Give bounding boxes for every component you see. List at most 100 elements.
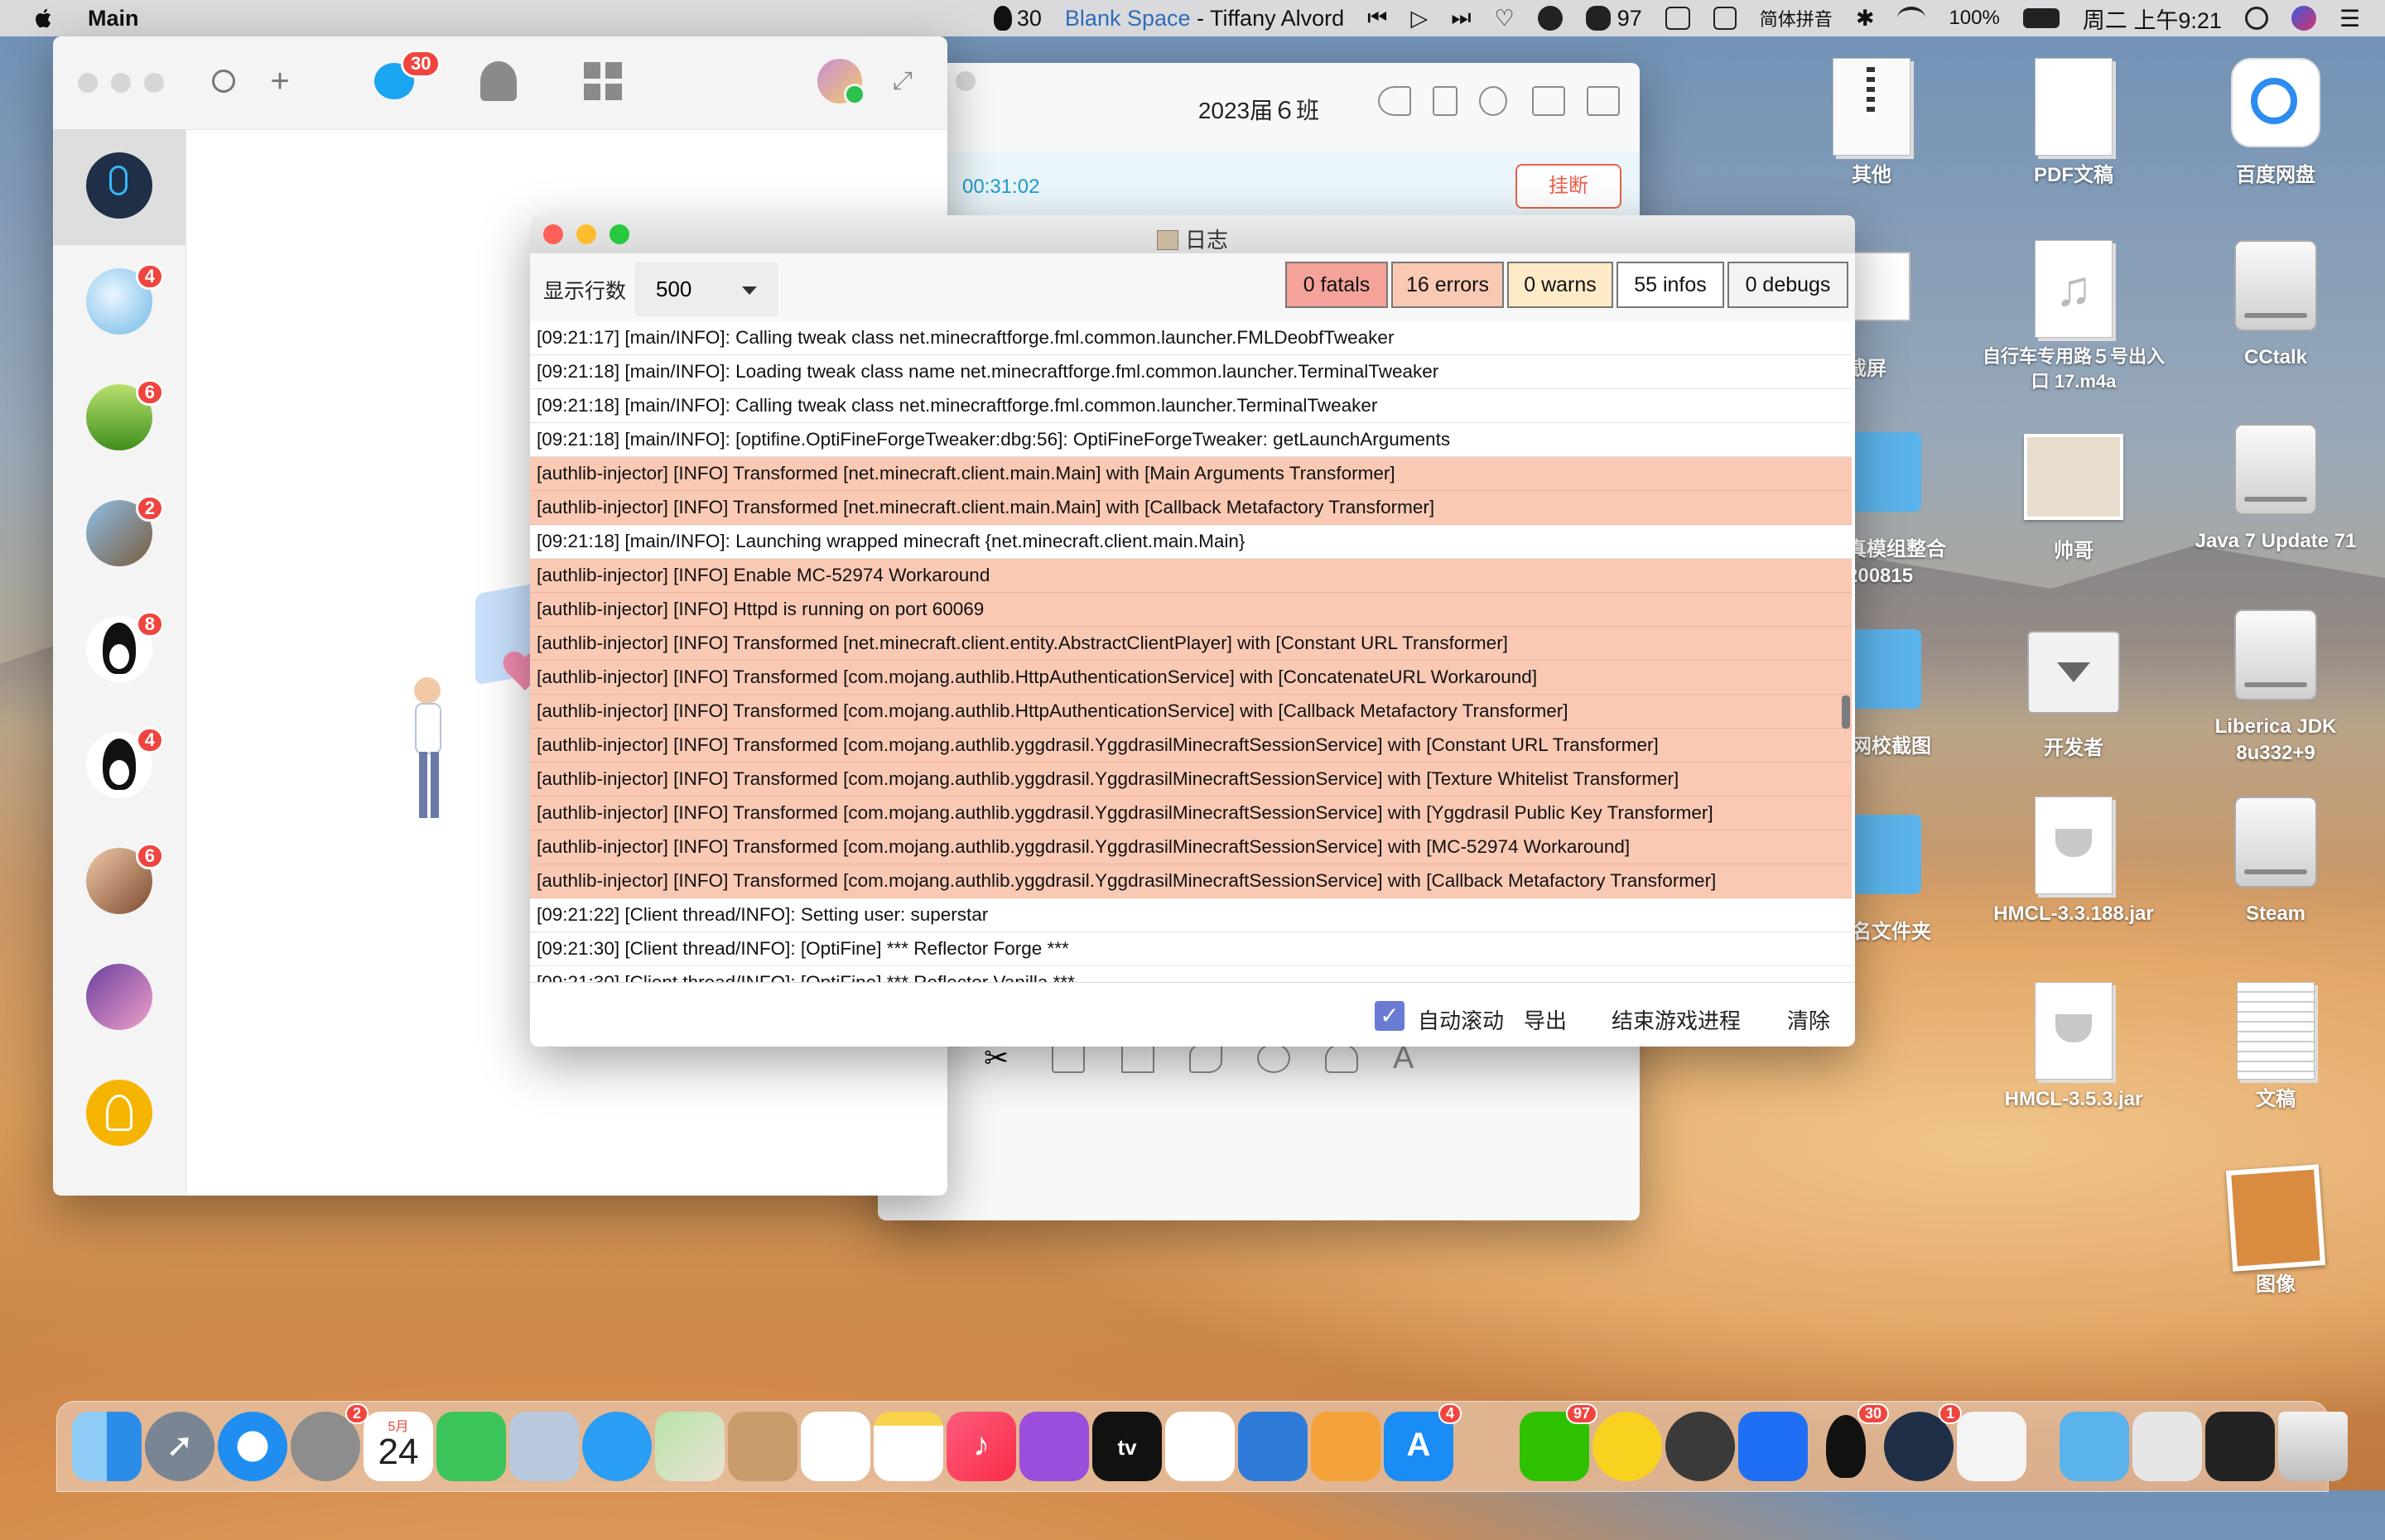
dock-safari[interactable] [218, 1412, 287, 1481]
expand-icon[interactable]: ⤢ [878, 56, 928, 106]
desktop-icon-developer[interactable]: 开发者 [1974, 623, 2173, 762]
clear-button[interactable]: 清除 [1787, 1004, 1830, 1035]
dock-qq[interactable]: 30 [1811, 1403, 1889, 1481]
desktop-icon-images[interactable]: 图像 [2176, 1164, 2375, 1298]
scissors-icon[interactable]: ✂ [984, 1043, 1017, 1073]
auto-scroll-checkbox[interactable]: ✓ [1375, 1001, 1404, 1031]
window-close-dot[interactable] [956, 71, 976, 91]
desktop-icon-handsome[interactable]: 帅哥 [1974, 427, 2173, 565]
input-method-icon[interactable] [1713, 7, 1737, 30]
dock-trash[interactable] [2278, 1412, 2348, 1481]
close-button[interactable] [78, 73, 98, 93]
bluetooth-icon[interactable]: ✱ [1856, 6, 1875, 31]
dock-notes[interactable] [874, 1412, 943, 1481]
folder-icon[interactable] [1052, 1043, 1085, 1073]
play-icon[interactable]: ▷ [1410, 6, 1428, 31]
siri-icon[interactable] [2291, 6, 2316, 31]
dock-reminders[interactable] [801, 1412, 870, 1481]
dock-minecraft-launcher[interactable] [1665, 1412, 1735, 1481]
sidebar-item-chat-1[interactable]: 4 [86, 263, 164, 334]
notification-center-icon[interactable]: ☰ [2339, 5, 2360, 32]
phone-icon[interactable] [1189, 1043, 1222, 1073]
sidebar-item-chat-4[interactable]: 8 [86, 611, 164, 682]
desktop-icon-java7[interactable]: Java 7 Update 71 [2176, 424, 2375, 555]
desktop-icon-pdf[interactable]: PDF文稿 [1974, 58, 2173, 189]
now-playing[interactable]: Blank Space - Tiffany Alvord [1065, 6, 1344, 31]
dock-messages[interactable] [582, 1412, 652, 1481]
filter-errors-toggle[interactable]: 16 errors [1391, 262, 1504, 308]
dock-voice-call[interactable]: 1 [1884, 1403, 1962, 1481]
dock-finder[interactable] [72, 1412, 142, 1481]
dock-feishu[interactable] [1738, 1412, 1808, 1481]
dock-calendar[interactable]: 5月 24 [364, 1412, 433, 1481]
filter-warns-toggle[interactable]: 0 warns [1507, 262, 1613, 308]
kill-game-button[interactable]: 结束游戏进程 [1612, 1004, 1741, 1035]
active-app-name[interactable]: Main [88, 6, 139, 31]
zoom-button[interactable] [144, 73, 164, 93]
rows-count-select[interactable]: 500 [634, 262, 778, 316]
spotlight-search-icon[interactable] [2244, 7, 2268, 30]
log-scrollbar[interactable] [1842, 695, 1850, 729]
previous-track-icon[interactable]: ⏮ [1367, 5, 1387, 31]
dock-app-store[interactable]: A4 [1384, 1403, 1462, 1481]
filter-debugs-toggle[interactable]: 0 debugs [1727, 262, 1848, 308]
airplay-icon[interactable] [1665, 7, 1690, 30]
sidebar-item-chat-3[interactable]: 2 [86, 495, 164, 566]
sidebar-item-contacts[interactable] [86, 1080, 152, 1146]
desktop-icon-baidu[interactable]: 百度网盘 [2176, 58, 2375, 189]
export-button[interactable]: 导出 [1524, 1004, 1567, 1035]
pin-icon[interactable] [1378, 86, 1411, 116]
dock-podcasts[interactable] [1019, 1412, 1089, 1481]
messages-tab[interactable]: 30 [369, 50, 441, 106]
apps-tab[interactable] [578, 56, 628, 106]
sidebar-item-voice-call[interactable] [86, 152, 152, 219]
battery-percent[interactable]: 100% [1949, 7, 1999, 30]
dock-numbers[interactable] [1165, 1412, 1235, 1481]
wifi-icon[interactable] [1897, 7, 1926, 30]
battery-icon[interactable] [2022, 8, 2060, 28]
sidebar-item-chat-5[interactable]: 4 [86, 727, 164, 798]
desktop-icon-hmcl-3-3[interactable]: HMCL-3.3.188.jar [1974, 796, 2173, 927]
dock-pages[interactable] [1311, 1412, 1380, 1481]
log-list[interactable]: [09:21:17] [main/INFO]: Calling tweak cl… [530, 321, 1852, 982]
minimize-button[interactable] [111, 73, 131, 93]
font-icon[interactable]: A [1393, 1042, 1426, 1074]
sidebar-item-chat-7[interactable] [86, 964, 152, 1030]
filter-fatals-toggle[interactable]: 0 fatals [1285, 262, 1388, 308]
desktop-icon-steam[interactable]: Steam [2176, 796, 2375, 927]
folder-icon[interactable] [1587, 86, 1620, 116]
contacts-tab[interactable] [474, 56, 523, 106]
desktop-icon-other[interactable]: 其他 [1772, 58, 1971, 189]
dock-recent-items[interactable] [2132, 1412, 2202, 1481]
clock[interactable]: 周二 上午9:21 [2083, 2, 2222, 35]
sidebar-item-chat-6[interactable]: 6 [86, 843, 164, 914]
building-icon[interactable] [1121, 1043, 1154, 1073]
bell-icon[interactable] [1325, 1043, 1358, 1073]
dock-maps[interactable] [655, 1412, 725, 1481]
dock-qq-music[interactable] [1592, 1412, 1662, 1481]
next-track-icon[interactable]: ⏭ [1451, 5, 1471, 31]
notes-icon[interactable] [1433, 86, 1458, 116]
desktop-icon-cctalk[interactable]: CCtalk [2176, 240, 2375, 371]
heart-icon[interactable]: ♡ [1495, 6, 1515, 31]
desktop-icon-audio[interactable]: ♫ 自行车专用路５号出入口 17.m4a [1974, 240, 2173, 394]
qq-status-item[interactable]: 30 [993, 6, 1042, 31]
dock-screenshots-stack[interactable] [2205, 1412, 2275, 1481]
dock-facetime[interactable] [436, 1412, 506, 1481]
dock-contacts[interactable] [728, 1412, 797, 1481]
dock-preview[interactable] [509, 1412, 579, 1481]
sidebar-item-chat-2[interactable]: 6 [86, 379, 164, 450]
desktop-icon-liberica[interactable]: Liberica JDK 8u332+9 [2176, 609, 2375, 767]
dock-java[interactable] [1957, 1412, 2026, 1481]
desktop-icon-documents[interactable]: 文稿 [2176, 982, 2375, 1113]
add-member-icon[interactable] [1479, 86, 1507, 116]
dock-downloads-folder[interactable] [2060, 1412, 2129, 1481]
dock-launchpad[interactable]: ➚ [145, 1412, 214, 1481]
add-icon[interactable]: + [255, 56, 305, 106]
hangup-button[interactable]: 挂断 [1515, 164, 1621, 209]
wechat-status-item[interactable]: 97 [1585, 6, 1642, 31]
apple-menu-icon[interactable] [31, 6, 56, 31]
my-avatar[interactable] [815, 56, 865, 106]
desktop-icon-hmcl-3-5[interactable]: HMCL-3.5.3.jar [1974, 982, 2173, 1113]
dock-music[interactable]: ♪ [947, 1412, 1016, 1481]
